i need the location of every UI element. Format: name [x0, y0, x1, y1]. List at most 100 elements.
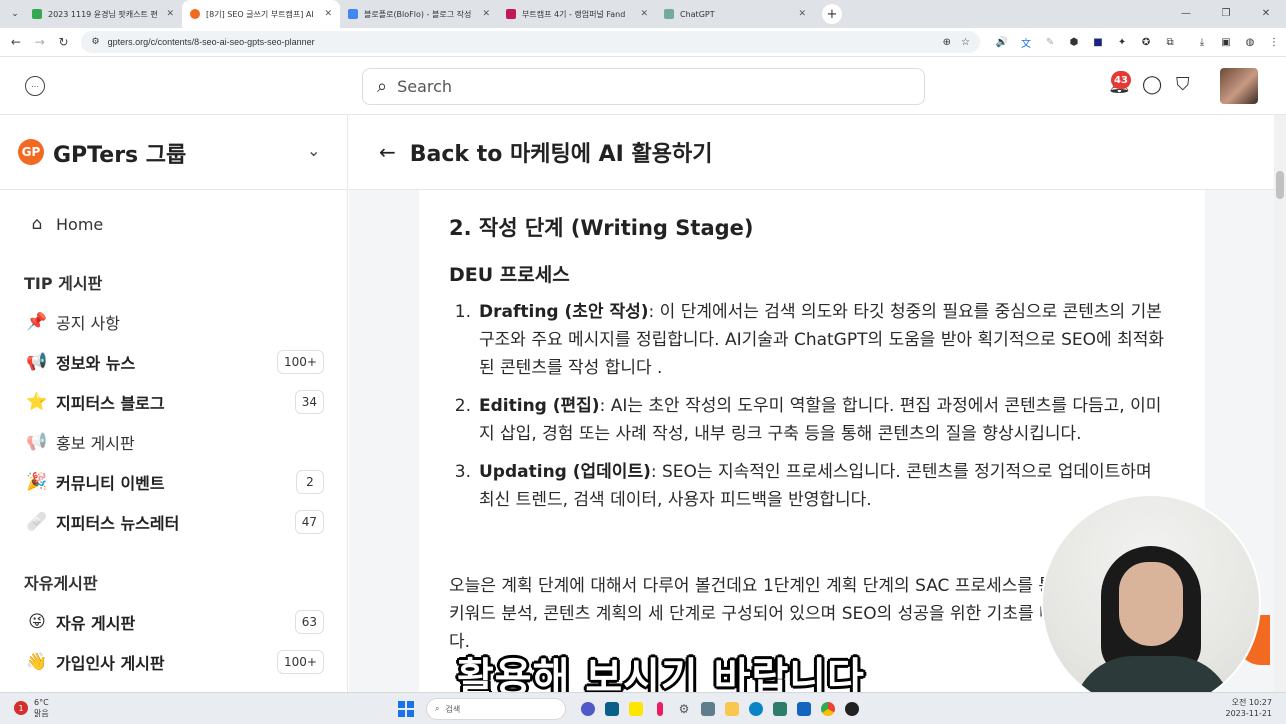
sidebar-item-label: 정보와 뉴스 — [56, 354, 136, 373]
browser-tab-active[interactable]: [8기] SEO 글쓰기 부트캠프] AI ✕ — [182, 0, 340, 28]
sidepanel-icon[interactable]: ▣ — [1214, 37, 1238, 48]
home-icon: ⌂ — [31, 214, 43, 234]
reload-icon[interactable]: ↻ — [52, 35, 76, 49]
app-icon[interactable] — [600, 697, 624, 721]
kakaotalk-icon[interactable] — [624, 697, 648, 721]
extension-icon[interactable]: ✪ — [1134, 37, 1158, 48]
edge-icon[interactable] — [744, 697, 768, 721]
tab-title: 블로플로(BloFlo) - 블로그 작성 — [364, 9, 472, 19]
tab-favicon — [348, 9, 358, 19]
pushpin-icon: 📌 — [26, 312, 48, 332]
more-menu-icon[interactable]: ⋮ — [1262, 37, 1286, 48]
presenter-face — [1119, 562, 1183, 646]
bookmark-star-icon[interactable]: ☆ — [961, 37, 970, 48]
unread-count-badge: 100+ — [277, 650, 324, 674]
tab-close-icon[interactable]: ✕ — [324, 9, 332, 19]
weather-widget[interactable]: 1 6°C 맑음 — [14, 697, 49, 719]
party-popper-icon: 🎉 — [26, 472, 48, 492]
sidebar-item-notice[interactable]: 📌 공지 사항 — [24, 307, 324, 337]
ordered-list: 1. Drafting (초안 작성): 이 단계에서는 검색 의도와 타깃 청… — [449, 298, 1169, 524]
browser-tab[interactable]: 2023 1119 윤경님 팟캐스트 편 ✕ — [24, 0, 182, 28]
forward-nav-icon[interactable]: → — [28, 35, 52, 49]
back-link[interactable]: ← Back to 마케팅에 AI 활용하기 — [349, 115, 1274, 190]
tab-search-icon[interactable]: ⌄ — [6, 5, 24, 23]
app-icon[interactable] — [840, 697, 864, 721]
unread-count-badge: 100+ — [277, 350, 324, 374]
browser-tab[interactable]: 블로플로(BloFlo) - 블로그 작성 ✕ — [340, 0, 498, 28]
list-item: 3. Updating (업데이트): SEO는 지속적인 프로세스입니다. 콘… — [449, 458, 1169, 514]
sidebar-item-news[interactable]: 📢 정보와 뉴스 100+ — [24, 347, 324, 377]
system-clock[interactable]: 오전 10:27 2023-11-21 — [1226, 697, 1273, 719]
search-bar[interactable]: ⌕ — [362, 68, 925, 105]
weather-temp: 6°C — [34, 698, 49, 707]
bookmark-icon[interactable]: ⛉ — [1176, 74, 1190, 95]
chrome-icon[interactable] — [816, 697, 840, 721]
site-header: ⋯ ⌕ 🔔︎ 43 ◯ ⛉ — [0, 57, 1286, 115]
taskbar-apps: ⌕ 검색 ⚙ — [398, 697, 864, 721]
back-nav-icon[interactable]: ← — [4, 35, 28, 49]
puzzle-icon[interactable]: ⧉ — [1158, 37, 1182, 48]
windows-taskbar: 1 6°C 맑음 ⌕ 검색 ⚙ 오전 10:27 2023-11-21 — [0, 692, 1286, 724]
calculator-icon[interactable] — [696, 697, 720, 721]
browser-tab[interactable]: 부트캠프 4기 - 랭엄퍼널 Fand ✕ — [498, 0, 656, 28]
taskbar-search[interactable]: ⌕ 검색 — [426, 698, 566, 720]
tab-close-icon[interactable]: ✕ — [798, 9, 806, 19]
list-term: Drafting (초안 작성) — [479, 302, 649, 322]
sidebar-item-newsletter[interactable]: 🩹 지피터스 뉴스레터 47 — [24, 507, 324, 537]
download-icon[interactable]: ⤓ — [1190, 37, 1214, 48]
scrollbar-thumb[interactable] — [1276, 171, 1284, 199]
app-icon[interactable] — [648, 697, 672, 721]
extension-icon[interactable]: ✎ — [1038, 37, 1062, 48]
user-avatar[interactable] — [1220, 68, 1258, 104]
sidebar-item-blog[interactable]: ⭐ 지피터스 블로그 34 — [24, 387, 324, 417]
winking-face-icon: 😜 — [28, 612, 46, 632]
app-icon[interactable] — [768, 697, 792, 721]
apps-grid-icon[interactable]: ⋯ — [25, 76, 45, 96]
maximize-icon[interactable]: ❐ — [1206, 0, 1246, 28]
extension-icon[interactable]: ✦ — [1110, 37, 1134, 48]
list-text: Editing (편집): AI는 초안 작성의 도우미 역할을 합니다. 편집… — [479, 392, 1169, 448]
sidebar-item-label: Home — [56, 214, 104, 234]
tab-close-icon[interactable]: ✕ — [166, 9, 174, 19]
search-input[interactable] — [397, 77, 878, 96]
list-number: 3. — [454, 462, 471, 482]
unread-count-badge: 63 — [294, 610, 324, 634]
tab-favicon — [32, 9, 42, 19]
sidebar-item-label: 홍보 게시판 — [56, 434, 135, 453]
zoom-icon[interactable]: ⊕ — [943, 37, 951, 48]
site-info-icon[interactable]: ⚙ — [91, 37, 99, 47]
sidebar-item-label: 공지 사항 — [56, 314, 120, 333]
profile-icon[interactable]: ◍ — [1238, 37, 1262, 48]
group-switcher[interactable]: GP GPTers 그룹 ⌄ — [0, 115, 347, 190]
extension-icon[interactable]: ■ — [1086, 37, 1110, 48]
sidebar-item-greetings[interactable]: 👋 가입인사 게시판 100+ — [24, 647, 324, 677]
browser-tab[interactable]: ChatGPT ✕ — [656, 0, 814, 28]
windows-start-icon[interactable] — [398, 701, 414, 717]
sidebar-item-promo[interactable]: 📢 홍보 게시판 — [24, 427, 324, 457]
tab-close-icon[interactable]: ✕ — [640, 9, 648, 19]
chat-app-icon[interactable] — [576, 697, 600, 721]
app-icon[interactable] — [792, 697, 816, 721]
sidebar-item-free-board[interactable]: 😜 자유 게시판 63 — [24, 607, 324, 637]
speaker-icon[interactable]: 🔊 — [990, 37, 1014, 48]
address-bar[interactable]: ⚙ gpters.org/c/contents/8-seo-ai-seo-gpt… — [81, 31, 981, 53]
extension-icon[interactable]: ⬢ — [1062, 37, 1086, 48]
unread-count-badge: 2 — [296, 470, 324, 494]
new-tab-button[interactable]: + — [822, 4, 842, 24]
sidebar-item-events[interactable]: 🎉 커뮤니티 이벤트 2 — [24, 467, 324, 497]
list-item: 1. Drafting (초안 작성): 이 단계에서는 검색 의도와 타깃 청… — [449, 298, 1169, 382]
settings-icon[interactable]: ⚙ — [672, 697, 696, 721]
unread-count-badge: 34 — [294, 390, 324, 414]
sidebar-item-home[interactable]: ⌂ Home — [24, 209, 324, 239]
tab-close-icon[interactable]: ✕ — [482, 9, 490, 19]
translate-icon[interactable]: 文 — [1014, 35, 1038, 50]
extensions-bar: 🔊 文 ✎ ⬢ ■ ✦ ✪ ⧉ ⤓ ▣ ◍ ⋮ — [990, 35, 1286, 50]
chevron-down-icon[interactable]: ⌄ — [307, 141, 320, 160]
waving-hand-icon: 👋 — [26, 652, 48, 672]
close-window-icon[interactable]: ✕ — [1246, 0, 1286, 28]
minimize-icon[interactable]: — — [1166, 0, 1206, 28]
file-explorer-icon[interactable] — [720, 697, 744, 721]
chat-icon[interactable]: ◯ — [1142, 74, 1162, 95]
list-number: 1. — [454, 302, 471, 322]
page-scrollbar[interactable] — [1274, 115, 1286, 692]
